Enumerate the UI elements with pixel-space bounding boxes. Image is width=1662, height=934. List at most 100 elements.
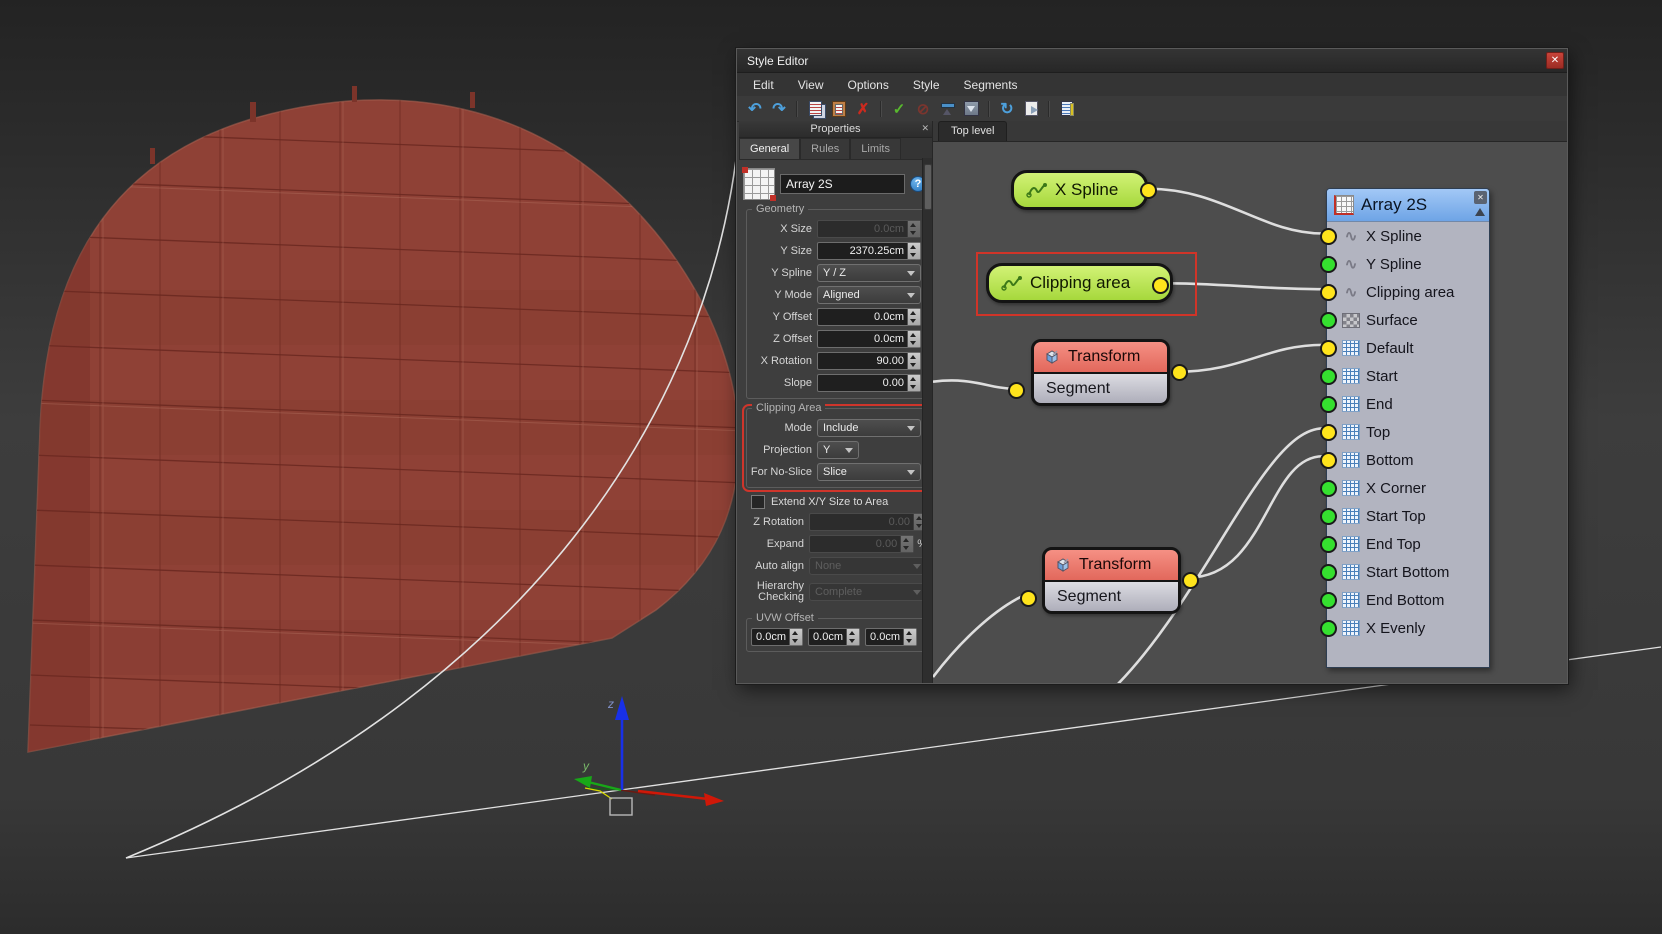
uvw-v-field[interactable]: 0.0cm <box>808 628 860 646</box>
transform-node-2[interactable]: Transform Segment <box>1042 547 1181 614</box>
array-port-row[interactable]: Top <box>1327 418 1489 446</box>
port-dot[interactable] <box>1320 424 1337 441</box>
port-dot[interactable] <box>1320 620 1337 637</box>
discard-icon[interactable]: ⊘ <box>913 99 933 119</box>
field-value[interactable]: 0.00 <box>818 375 907 391</box>
field-value[interactable]: 0.00 <box>810 514 913 530</box>
spinner-buttons[interactable] <box>789 629 802 645</box>
port-dot[interactable] <box>1320 452 1337 469</box>
y-spline-dropdown[interactable]: Y / Z <box>817 264 921 282</box>
transform-node-1[interactable]: Transform Segment <box>1031 339 1170 406</box>
array-port-row[interactable]: Bottom <box>1327 446 1489 474</box>
array-node-close-icon[interactable]: ✕ <box>1474 191 1487 204</box>
array-port-row[interactable]: Start Bottom <box>1327 558 1489 586</box>
field-value[interactable]: 0.0cm <box>818 221 907 237</box>
field-value[interactable]: 0.0cm <box>752 629 789 645</box>
transform1-output-port[interactable] <box>1171 364 1188 381</box>
clipping-mode-dropdown[interactable]: Include <box>817 419 921 437</box>
x-size-field[interactable]: 0.0cm <box>817 220 921 238</box>
port-dot[interactable] <box>1320 256 1337 273</box>
style-name-input[interactable]: Array 2S <box>780 174 905 194</box>
field-value[interactable]: 0.0cm <box>818 331 907 347</box>
delete-icon[interactable]: ✗ <box>853 99 873 119</box>
array-2s-node[interactable]: Array 2S ✕ X Spline Y Spline Clipping ar… <box>1326 188 1490 668</box>
tab-top-level[interactable]: Top level <box>938 121 1007 141</box>
properties-close-icon[interactable]: ✕ <box>921 123 929 134</box>
export-icon[interactable] <box>1021 99 1041 119</box>
array-port-row[interactable]: X Spline <box>1327 222 1489 250</box>
projection-dropdown[interactable]: Y <box>817 441 859 459</box>
array-node-collapse-icon[interactable] <box>1475 208 1485 216</box>
array-port-row[interactable]: End <box>1327 390 1489 418</box>
menu-style[interactable]: Style <box>901 75 952 95</box>
no-slice-dropdown[interactable]: Slice <box>817 463 921 481</box>
apply-check-icon[interactable]: ✓ <box>889 99 909 119</box>
spinner-buttons[interactable] <box>900 536 913 552</box>
title-bar[interactable]: Style Editor ✕ <box>737 49 1567 73</box>
clipping-output-port[interactable] <box>1152 277 1169 294</box>
menu-options[interactable]: Options <box>835 75 900 95</box>
expand-field[interactable]: 0.00 <box>809 535 914 553</box>
close-window-button[interactable]: ✕ <box>1546 52 1564 69</box>
show-log-icon[interactable] <box>1057 99 1077 119</box>
y-mode-dropdown[interactable]: Aligned <box>817 286 921 304</box>
field-value[interactable]: 0.0cm <box>818 309 907 325</box>
x-spline-node[interactable]: X Spline <box>1011 170 1148 210</box>
array-port-row[interactable]: Start <box>1327 362 1489 390</box>
field-value[interactable]: 2370.25cm <box>818 243 907 259</box>
y-size-field[interactable]: 2370.25cm <box>817 242 921 260</box>
scrollbar-thumb[interactable] <box>924 164 932 210</box>
port-dot[interactable] <box>1320 284 1337 301</box>
properties-panel-header[interactable]: Properties ✕ <box>739 121 932 138</box>
port-dot[interactable] <box>1320 368 1337 385</box>
port-dot[interactable] <box>1320 480 1337 497</box>
array-port-row[interactable]: End Bottom <box>1327 586 1489 614</box>
field-value[interactable]: 0.0cm <box>809 629 846 645</box>
tab-rules[interactable]: Rules <box>800 138 850 159</box>
menu-view[interactable]: View <box>786 75 836 95</box>
z-offset-field[interactable]: 0.0cm <box>817 330 921 348</box>
segment1-input-port[interactable] <box>1008 382 1025 399</box>
spinner-buttons[interactable] <box>907 353 920 369</box>
port-dot[interactable] <box>1320 508 1337 525</box>
slope-field[interactable]: 0.00 <box>817 374 921 392</box>
array-port-row[interactable]: End Top <box>1327 530 1489 558</box>
spinner-buttons[interactable] <box>907 221 920 237</box>
uvw-u-field[interactable]: 0.0cm <box>751 628 803 646</box>
field-value[interactable]: 0.0cm <box>866 629 903 645</box>
send-to-top-icon[interactable] <box>937 99 957 119</box>
port-dot[interactable] <box>1320 312 1337 329</box>
spinner-buttons[interactable] <box>903 629 916 645</box>
y-offset-field[interactable]: 0.0cm <box>817 308 921 326</box>
array-port-row[interactable]: Y Spline <box>1327 250 1489 278</box>
clipping-area-node[interactable]: Clipping area <box>986 263 1173 303</box>
paste-icon[interactable] <box>829 99 849 119</box>
uvw-w-field[interactable]: 0.0cm <box>865 628 917 646</box>
spinner-buttons[interactable] <box>907 331 920 347</box>
spinner-buttons[interactable] <box>907 243 920 259</box>
array-node-header[interactable]: Array 2S ✕ <box>1327 189 1489 222</box>
field-value[interactable]: 90.00 <box>818 353 907 369</box>
x-rotation-field[interactable]: 90.00 <box>817 352 921 370</box>
tab-limits[interactable]: Limits <box>850 138 901 159</box>
x-spline-output-port[interactable] <box>1140 182 1157 199</box>
array-port-row[interactable]: Default <box>1327 334 1489 362</box>
axis-gizmo[interactable]: z y <box>574 696 724 815</box>
z-rotation-field[interactable]: 0.00 <box>809 513 927 531</box>
port-dot[interactable] <box>1320 396 1337 413</box>
port-dot[interactable] <box>1320 592 1337 609</box>
array-port-row[interactable]: X Corner <box>1327 474 1489 502</box>
array-port-row[interactable]: X Evenly <box>1327 614 1489 642</box>
segment2-input-port[interactable] <box>1020 590 1037 607</box>
send-to-bottom-icon[interactable] <box>961 99 981 119</box>
port-dot[interactable] <box>1320 228 1337 245</box>
tab-general[interactable]: General <box>739 138 800 159</box>
port-dot[interactable] <box>1320 340 1337 357</box>
node-canvas[interactable]: X Spline Clipping area Transform Segmen <box>933 142 1567 683</box>
spinner-buttons[interactable] <box>907 375 920 391</box>
menu-segments[interactable]: Segments <box>952 75 1030 95</box>
copy-icon[interactable] <box>805 99 825 119</box>
menu-edit[interactable]: Edit <box>741 75 786 95</box>
auto-align-dropdown[interactable]: None <box>809 557 927 575</box>
spinner-buttons[interactable] <box>846 629 859 645</box>
